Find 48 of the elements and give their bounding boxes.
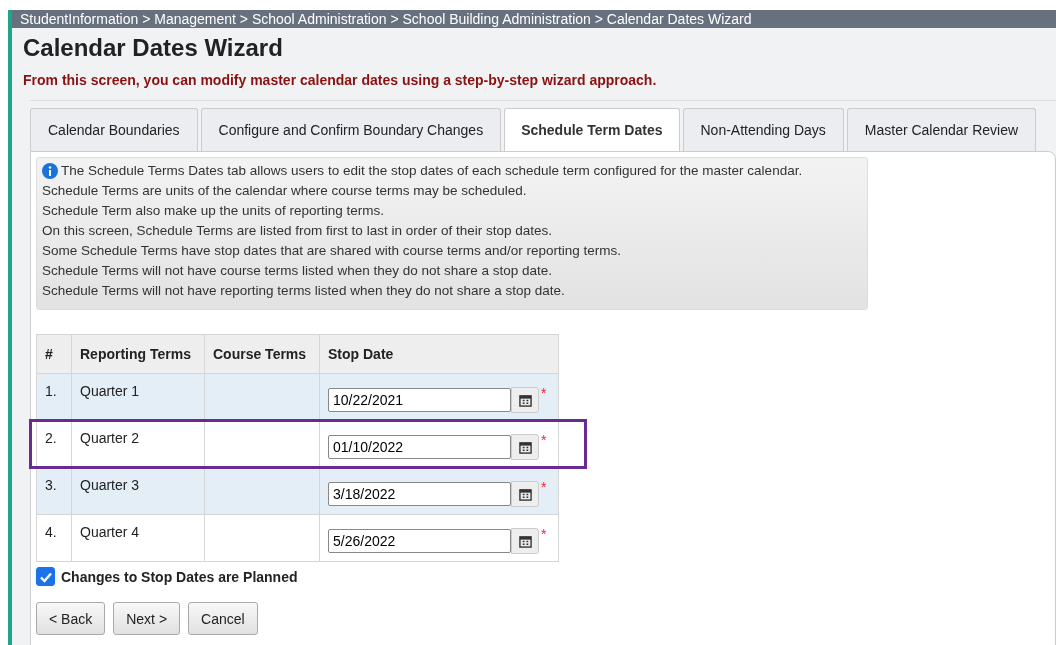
page-subtitle: From this screen, you can modify master calendar dates using a step-by-step wizard approach. — [23, 72, 658, 88]
required-marker: * — [541, 387, 547, 399]
tab[interactable]: Non-Attending Days — [682, 108, 844, 151]
info-text: Schedule Terms will not have course terms listed when they do not share a stop date. — [42, 262, 553, 280]
wizard-button[interactable]: Cancel — [188, 602, 258, 635]
date-input[interactable]: 5/26/2022 — [328, 529, 511, 553]
column-header: Course Terms — [204, 334, 320, 374]
breadcrumb: StudentInformation > Management > School Administration > School Building Administration > Calendar Dates Wizard — [12, 10, 1056, 28]
calendar-icon — [518, 534, 532, 548]
row-number: 2. — [45, 430, 57, 446]
info-text: The Schedule Terms Dates tab allows users to edit the stop dates of each schedule term configured for the master calendar. — [61, 162, 803, 180]
calendar-icon — [518, 487, 532, 501]
row-number: 3. — [45, 477, 57, 493]
info-text: On this screen, Schedule Terms are listed from first to last in order of their stop dates. — [42, 222, 552, 240]
date-input[interactable]: 3/18/2022 — [328, 482, 511, 506]
info-text: Some Schedule Terms have stop dates that are shared with course terms and/or reporting terms. — [42, 242, 622, 260]
column-header: Reporting Terms — [71, 334, 205, 374]
required-marker: * — [541, 434, 547, 446]
tab[interactable]: Schedule Term Dates — [504, 108, 680, 151]
info-text: Schedule Terms will not have reporting terms listed when they do not share a stop date. — [42, 282, 565, 300]
calendar-icon — [518, 393, 532, 407]
column-header: Stop Date — [319, 334, 559, 374]
wizard-button[interactable]: < Back — [36, 602, 106, 635]
info-text: Schedule Term also make up the units of reporting terms. — [42, 202, 384, 220]
calendar-button[interactable] — [511, 387, 539, 413]
table-cell: Quarter 3 — [71, 467, 205, 515]
wizard-button[interactable]: Next > — [113, 602, 181, 635]
info-text: Schedule Terms are units of the calendar where course terms may be scheduled. — [42, 182, 527, 200]
required-marker: * — [541, 528, 547, 540]
checkbox[interactable] — [36, 567, 55, 586]
calendar-button[interactable] — [511, 528, 539, 554]
tab[interactable]: Configure and Confirm Boundary Changes — [200, 108, 502, 151]
column-header: # — [36, 334, 72, 374]
date-input[interactable]: 01/10/2022 — [328, 435, 511, 459]
calendar-button[interactable] — [511, 434, 539, 460]
row-number: 1. — [45, 383, 57, 399]
table-cell: Quarter 4 — [71, 514, 205, 562]
checkbox-label: Changes to Stop Dates are Planned — [61, 568, 298, 585]
tab[interactable]: Master Calendar Review — [846, 108, 1037, 151]
info-icon — [42, 163, 58, 179]
calendar-button[interactable] — [511, 481, 539, 507]
page-title: Calendar Dates Wizard — [23, 34, 284, 62]
required-marker: * — [541, 481, 547, 493]
tab[interactable]: Calendar Boundaries — [30, 108, 198, 151]
table-cell: Quarter 1 — [71, 373, 205, 421]
calendar-icon — [518, 440, 532, 454]
row-number: 4. — [45, 524, 57, 540]
date-input[interactable]: 10/22/2021 — [328, 388, 511, 412]
